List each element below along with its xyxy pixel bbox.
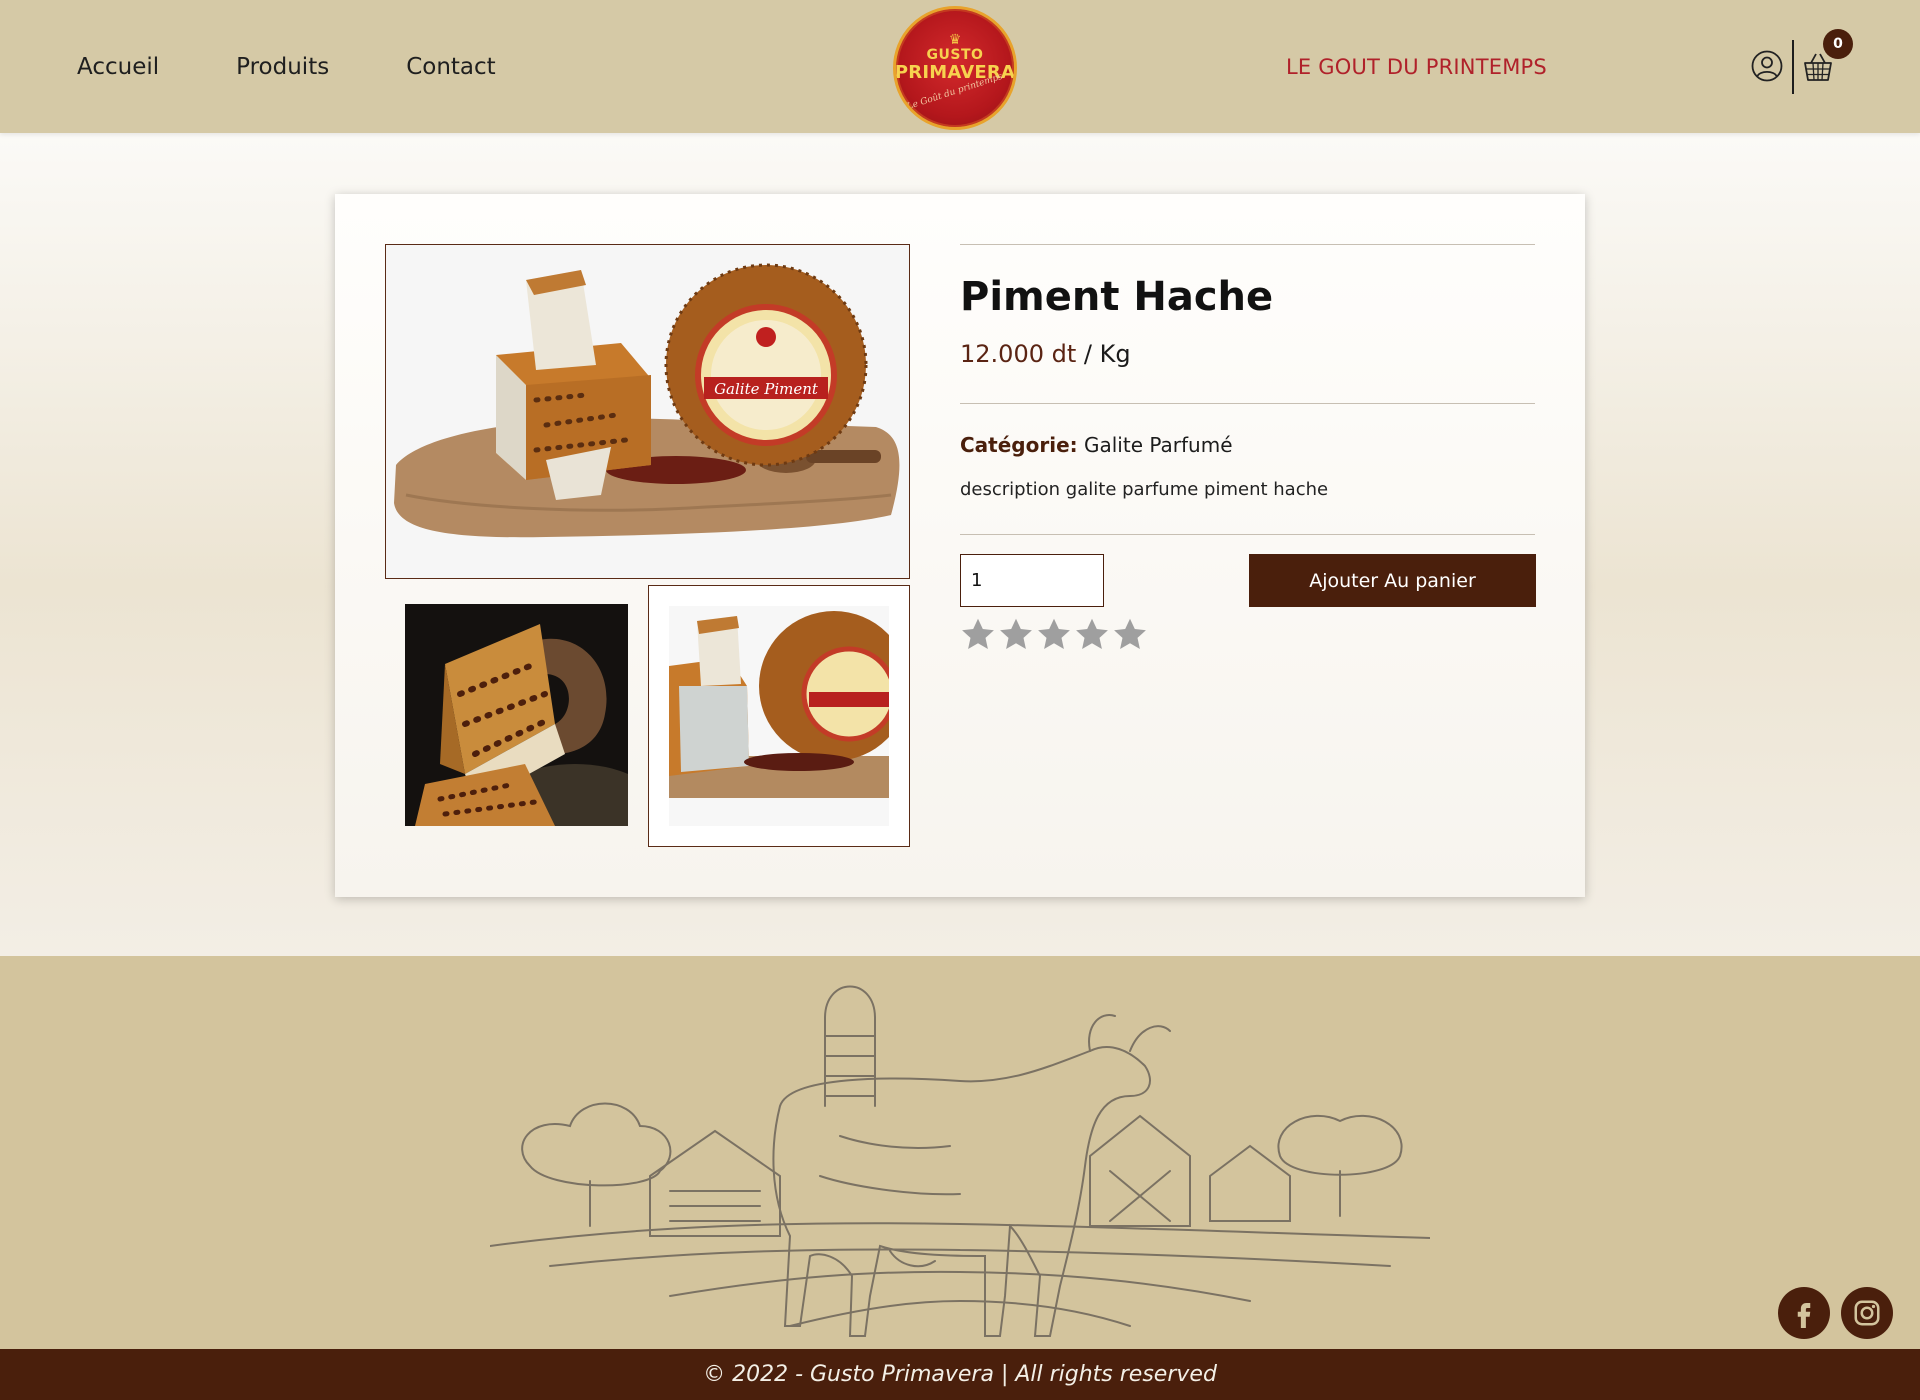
product-card: Galite Piment Piment Hache 12.000 dt / K… [335, 194, 1585, 897]
divider-top [960, 244, 1535, 245]
divider-middle [960, 403, 1535, 404]
product-description: description galite parfume piment hache [960, 479, 1329, 500]
user-account-icon[interactable] [1751, 50, 1783, 82]
product-category: Catégorie: Galite Parfumé [960, 432, 1535, 458]
star-icon[interactable] [1112, 616, 1148, 652]
nav-link-accueil[interactable]: Accueil [77, 54, 159, 80]
product-thumbnail-2-image [669, 606, 889, 826]
product-price: 12.000 dt / Kg [960, 339, 1535, 369]
crown-icon: ♛ [948, 31, 962, 48]
product-main-image[interactable]: Galite Piment [385, 244, 910, 579]
instagram-icon [1854, 1300, 1880, 1326]
instagram-link[interactable] [1841, 1287, 1893, 1339]
copyright-text: © 2022 - Gusto Primavera | All rights re… [703, 1362, 1217, 1387]
quantity-input[interactable] [960, 554, 1104, 607]
star-icon[interactable] [998, 616, 1034, 652]
category-value: Galite Parfumé [1084, 433, 1233, 457]
product-title: Piment Hache [960, 274, 1274, 320]
logo-text-gusto: GUSTO [926, 46, 984, 63]
main-nav: Accueil Produits Contact [77, 0, 573, 133]
star-icon[interactable] [1074, 616, 1110, 652]
add-to-cart-row: Ajouter Au panier [960, 554, 1536, 610]
facebook-link[interactable] [1778, 1287, 1830, 1339]
facebook-icon [1797, 1303, 1811, 1328]
header-slogan: LE GOUT DU PRINTEMPS [1286, 54, 1547, 79]
header-divider [1792, 40, 1794, 94]
copyright-bar: © 2022 - Gusto Primavera | All rights re… [0, 1349, 1920, 1400]
cart-count-badge: 0 [1823, 29, 1853, 59]
product-page: Galite Piment Piment Hache 12.000 dt / K… [0, 133, 1920, 956]
farm-illustration [490, 985, 1430, 1337]
star-icon[interactable] [960, 616, 996, 652]
nav-link-contact[interactable]: Contact [406, 54, 495, 80]
divider-bottom [960, 534, 1535, 535]
label-text: Galite Piment [714, 380, 819, 398]
site-footer [0, 956, 1920, 1349]
site-header: Accueil Produits Contact ♛ GUSTO PRIMAVE… [0, 0, 1920, 133]
add-to-cart-button[interactable]: Ajouter Au panier [1249, 554, 1536, 607]
price-amount: 12.000 dt [960, 340, 1077, 368]
product-thumbnail-1[interactable] [405, 604, 628, 826]
rating-stars [960, 616, 1535, 652]
price-unit: / Kg [1083, 340, 1131, 368]
nav-link-produits[interactable]: Produits [236, 54, 329, 80]
product-details: Piment Hache 12.000 dt / Kg Catégorie: G… [960, 244, 1536, 652]
product-thumbnail-2[interactable] [648, 585, 910, 847]
brand-logo[interactable]: ♛ GUSTO PRIMAVERA Le Goût du printemps [893, 6, 1017, 130]
star-icon[interactable] [1036, 616, 1072, 652]
category-label: Catégorie: [960, 433, 1078, 457]
